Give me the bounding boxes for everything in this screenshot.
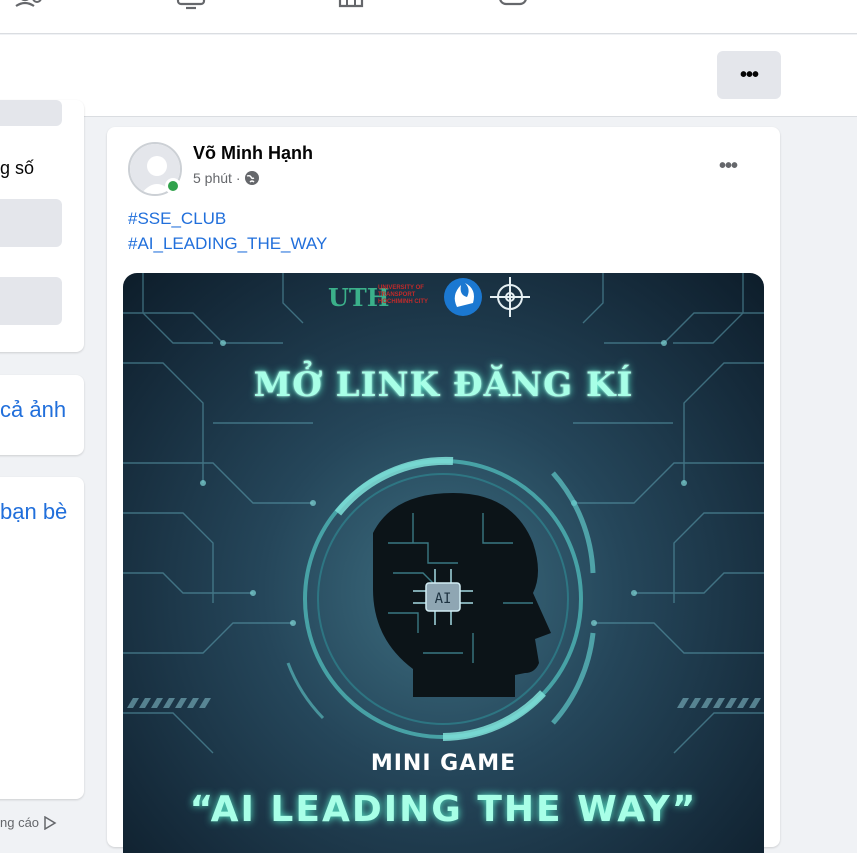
marketplace-icon[interactable] xyxy=(336,0,366,10)
ai-chip-label: AI xyxy=(435,591,452,607)
top-navigation xyxy=(0,0,857,34)
hashtag-link[interactable]: #SSE_CLUB xyxy=(128,209,226,229)
feed-post: Võ Minh Hạnh 5 phút · ••• #SSE_CLUB #AI_… xyxy=(107,127,780,853)
gaming-icon[interactable] xyxy=(498,0,528,10)
adchoices-icon[interactable] xyxy=(43,815,57,830)
see-all-photos-link[interactable]: cả ảnh xyxy=(0,397,66,423)
globe-icon[interactable] xyxy=(244,170,260,186)
intro-card: g số xyxy=(0,100,84,352)
friends-card: bạn bè xyxy=(0,477,84,799)
more-options-button[interactable]: ••• xyxy=(717,51,781,99)
post-image[interactable]: AI UTH UNIVERSITY OF TRANSPORT HOCHIMINH… xyxy=(123,273,764,853)
poster-tagline: “AI LEADING THE WAY” xyxy=(189,789,698,830)
uth-logo-subtext: UNIVERSITY OF TRANSPORT HOCHIMINH CITY xyxy=(378,285,428,305)
intro-text: g số xyxy=(0,158,35,178)
hashtag-link[interactable]: #AI_LEADING_THE_WAY xyxy=(128,234,327,254)
photos-card: cả ảnh xyxy=(0,375,84,455)
post-meta: 5 phút · xyxy=(193,170,260,186)
intro-button-bottom[interactable] xyxy=(0,277,62,325)
friends-icon[interactable] xyxy=(14,0,44,10)
online-status-dot xyxy=(165,178,181,194)
intro-button-top[interactable] xyxy=(0,100,62,126)
intro-button-middle[interactable] xyxy=(0,199,62,247)
poster-subtitle: MINI GAME xyxy=(370,751,517,776)
poster-headline: MỞ LINK ĐĂNG KÍ xyxy=(253,365,634,405)
watch-icon[interactable] xyxy=(176,0,206,10)
profile-action-bar: ••• xyxy=(0,35,857,117)
post-time[interactable]: 5 phút · xyxy=(193,170,240,186)
author-name[interactable]: Võ Minh Hạnh xyxy=(193,143,313,164)
see-all-friends-link[interactable]: bạn bè xyxy=(0,499,67,525)
post-options-button[interactable]: ••• xyxy=(719,155,738,178)
